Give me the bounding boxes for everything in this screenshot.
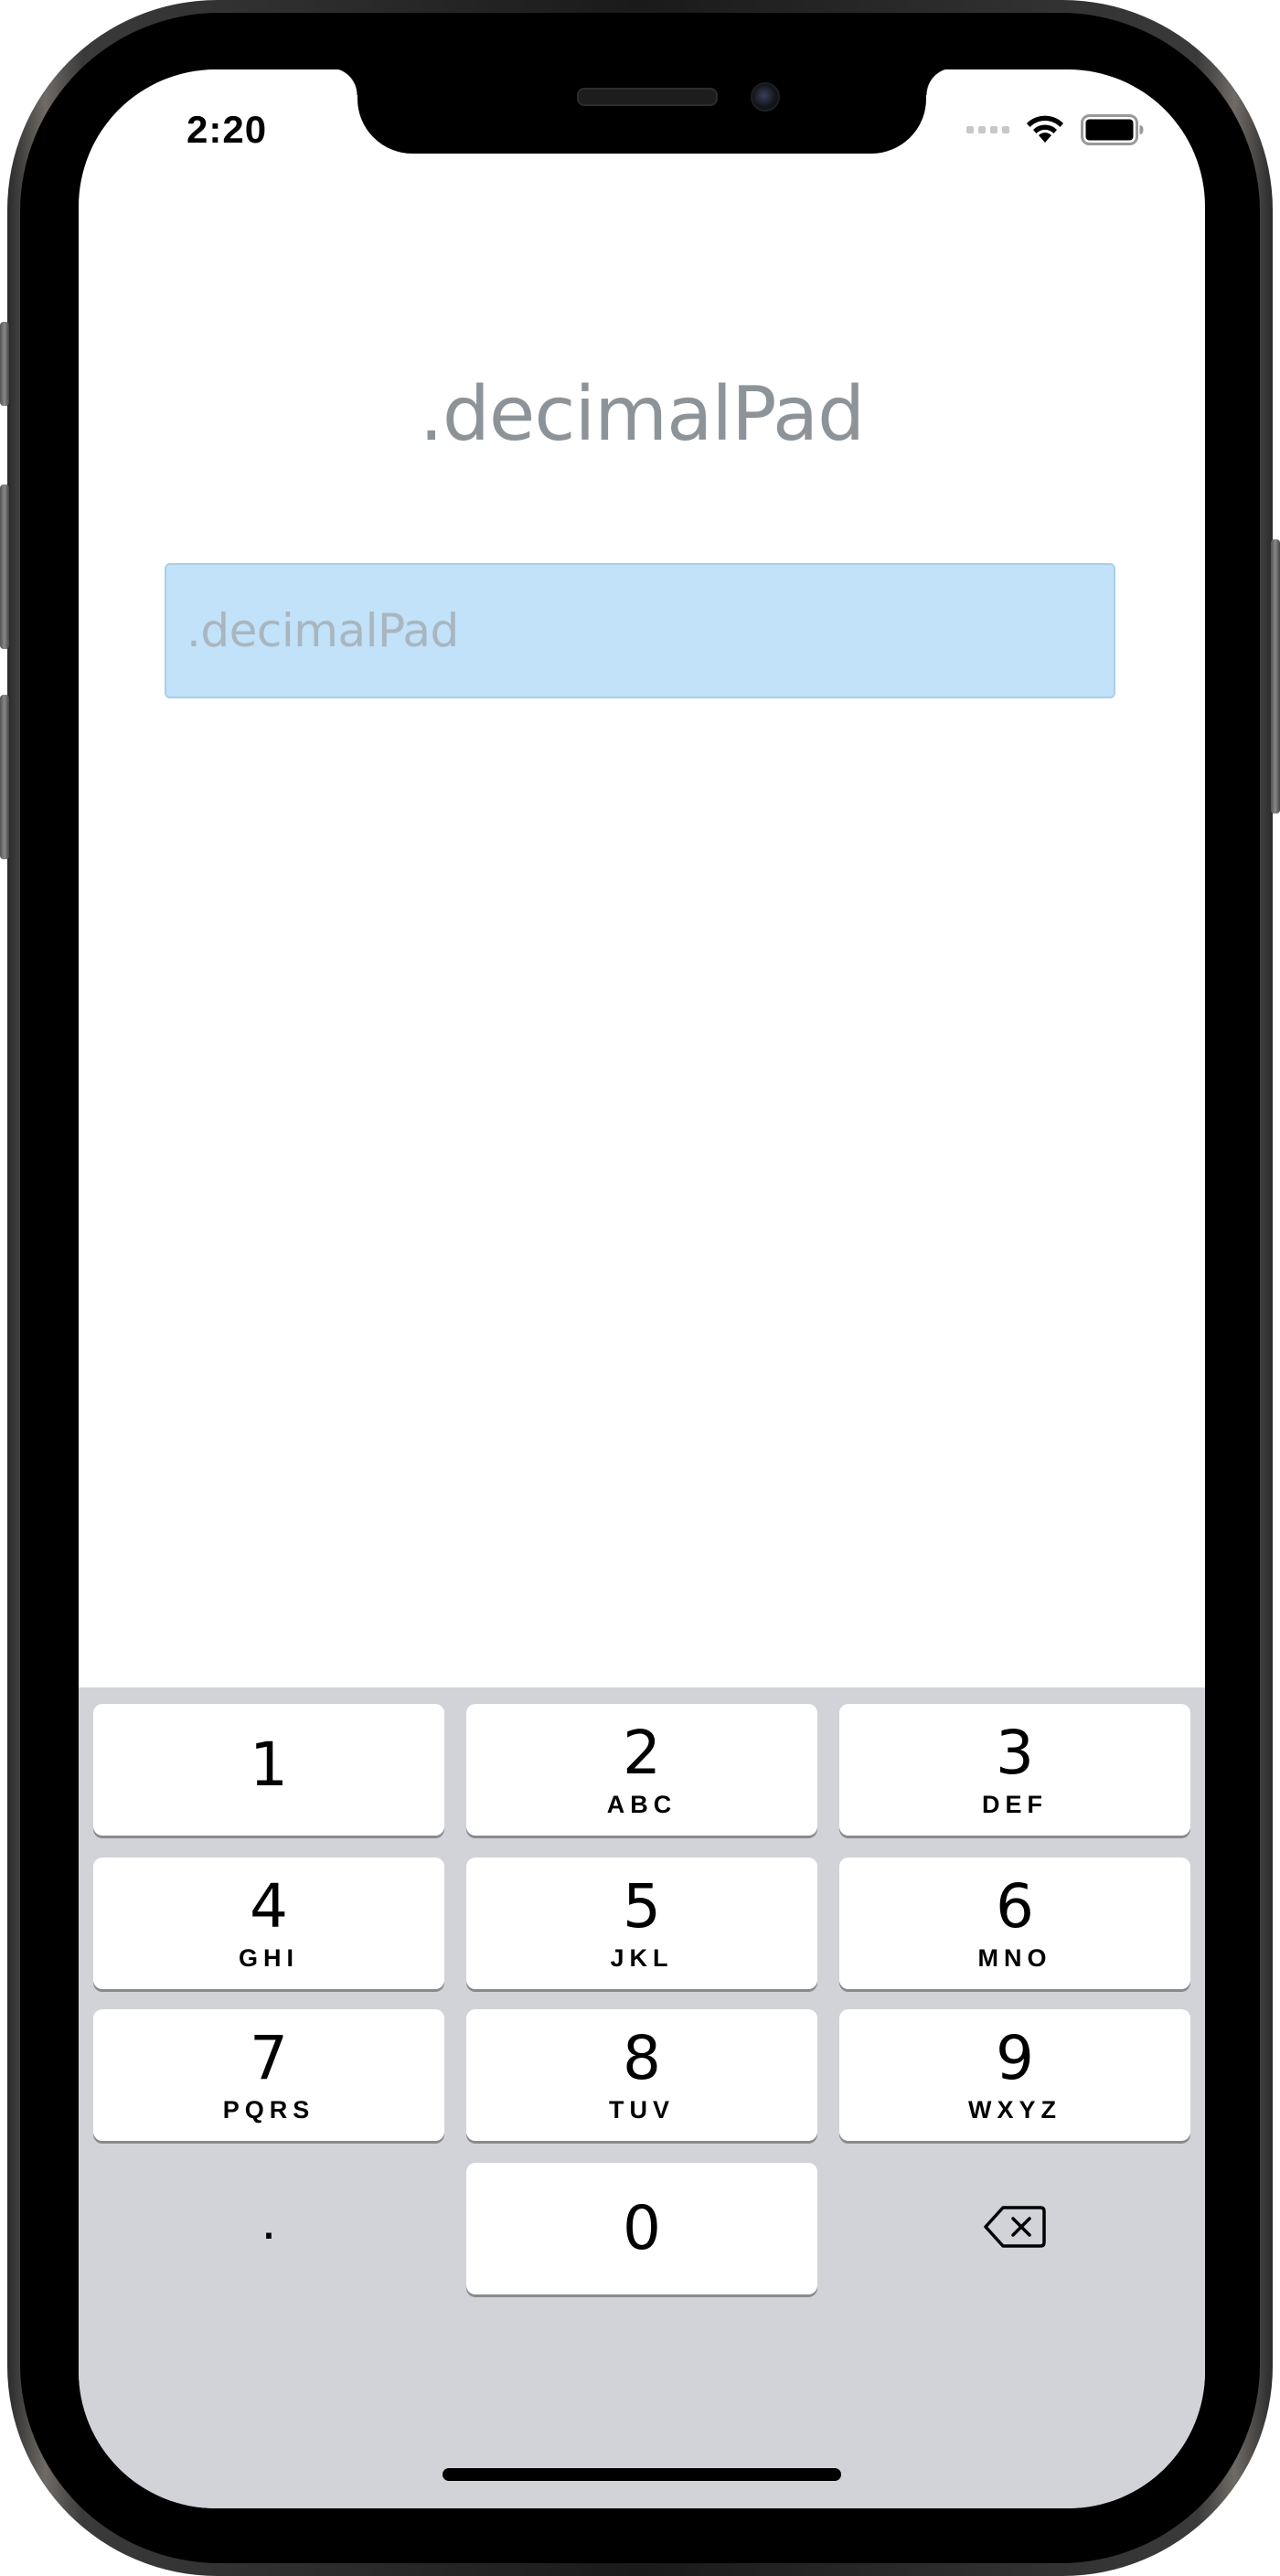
key-digit: 0 bbox=[623, 2193, 661, 2263]
key-letters: PQRS bbox=[222, 2095, 315, 2124]
delete-key[interactable] bbox=[839, 2163, 1190, 2294]
page-title: .decimalPad bbox=[419, 371, 865, 458]
key-letters: ABC bbox=[606, 1790, 677, 1818]
key-digit: 5 bbox=[623, 1870, 661, 1942]
notch bbox=[330, 69, 954, 154]
key-4[interactable]: 4 GHI bbox=[93, 1857, 444, 1989]
key-letters: WXYZ bbox=[968, 2095, 1061, 2124]
volume-up-button bbox=[0, 484, 9, 649]
signal-dots-icon bbox=[966, 126, 1009, 133]
key-digit: 6 bbox=[996, 1870, 1034, 1942]
key-letters: MNO bbox=[977, 1943, 1052, 1972]
key-digit: 3 bbox=[996, 1717, 1034, 1788]
decimal-point-key[interactable]: . bbox=[93, 2163, 444, 2294]
front-camera-icon bbox=[751, 82, 780, 112]
key-digit: 4 bbox=[250, 1870, 288, 1942]
status-icons bbox=[966, 112, 1145, 148]
decimal-point-label: . bbox=[261, 2189, 277, 2251]
speaker-grille bbox=[577, 88, 718, 106]
key-2[interactable]: 2 ABC bbox=[466, 1704, 817, 1836]
wifi-icon bbox=[1026, 115, 1064, 144]
key-8[interactable]: 8 TUV bbox=[466, 2009, 817, 2141]
key-letters: GHI bbox=[238, 1943, 299, 1972]
status-time: 2:20 bbox=[187, 108, 268, 151]
text-field-placeholder: .decimalPad bbox=[187, 604, 459, 657]
key-digit: 2 bbox=[623, 1717, 661, 1788]
volume-down-button bbox=[0, 695, 9, 859]
decimal-pad-keyboard: 1 2 ABC 3 DEF 4 GHI 5 JKL 6 MNO 7 PQRS 8 bbox=[79, 1687, 1205, 2508]
backspace-icon bbox=[983, 2204, 1047, 2254]
silent-switch bbox=[0, 322, 9, 406]
key-letters: TUV bbox=[609, 2095, 675, 2124]
power-button bbox=[1271, 539, 1280, 814]
key-6[interactable]: 6 MNO bbox=[839, 1857, 1190, 1989]
key-1[interactable]: 1 bbox=[93, 1704, 444, 1836]
screen: 2:20 .decimalPad .decimalPad 1 2 ABC 3 D… bbox=[79, 69, 1205, 2508]
key-7[interactable]: 7 PQRS bbox=[93, 2009, 444, 2141]
key-digit: 7 bbox=[250, 2022, 288, 2093]
key-3[interactable]: 3 DEF bbox=[839, 1704, 1190, 1836]
home-indicator[interactable] bbox=[443, 2468, 841, 2481]
key-0[interactable]: 0 bbox=[466, 2163, 817, 2294]
battery-icon bbox=[1081, 114, 1145, 145]
key-letters: DEF bbox=[982, 1790, 1048, 1818]
decimal-pad-text-field[interactable]: .decimalPad bbox=[165, 563, 1115, 698]
key-letters: JKL bbox=[610, 1943, 674, 1972]
key-digit: 9 bbox=[996, 2022, 1034, 2093]
key-digit: 1 bbox=[250, 1730, 288, 1800]
key-digit: 8 bbox=[623, 2022, 661, 2093]
key-5[interactable]: 5 JKL bbox=[466, 1857, 817, 1989]
key-9[interactable]: 9 WXYZ bbox=[839, 2009, 1190, 2141]
